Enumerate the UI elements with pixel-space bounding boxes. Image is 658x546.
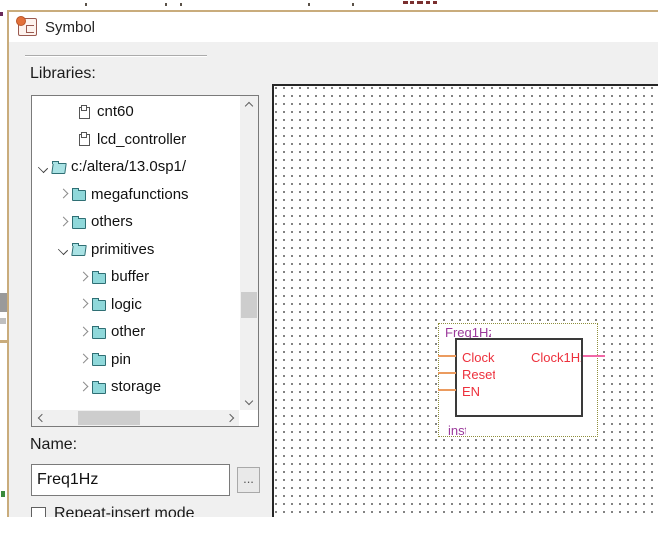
- chevron-icon[interactable]: [37, 160, 51, 174]
- screenshot-root: Symbol Libraries: cnt60 lcd_controller c…: [0, 0, 658, 546]
- tree-item-label: other: [111, 323, 146, 341]
- chevron-icon[interactable]: [77, 325, 91, 339]
- scroll-down-icon[interactable]: [240, 394, 258, 410]
- dialog-title: Symbol: [45, 18, 96, 36]
- tree-horizontal-scrollbar[interactable]: [32, 410, 239, 426]
- tree-item-label: pin: [111, 350, 132, 368]
- vertical-scroll-thumb[interactable]: [241, 292, 257, 318]
- background-artifact: [352, 3, 354, 6]
- dialog-body: Libraries: cnt60 lcd_controller c:/alter…: [9, 42, 658, 517]
- background-artifact: [165, 3, 167, 6]
- tree-item-label: megafunctions: [91, 185, 189, 203]
- tree-row-cnt60[interactable]: cnt60: [33, 98, 238, 126]
- chevron-icon[interactable]: [57, 215, 71, 229]
- output-port-stub: [583, 355, 605, 357]
- dialog-titlebar[interactable]: Symbol: [9, 12, 658, 42]
- libraries-label: Libraries:: [30, 65, 96, 82]
- scroll-left-icon[interactable]: [32, 410, 48, 426]
- background-artifact: [417, 1, 423, 4]
- symbol-preview-pane: Freq1Hz Clock Reset EN Clock1Hz inst: [272, 84, 658, 517]
- symbol-dialog: Symbol Libraries: cnt60 lcd_controller c…: [9, 12, 658, 517]
- repeat-insert-checkbox[interactable]: [31, 507, 46, 517]
- scroll-up-icon[interactable]: [240, 96, 258, 112]
- input-port-stub: [438, 372, 456, 374]
- repeat-insert-label: Repeat-insert mode: [54, 505, 195, 517]
- background-artifact: [85, 3, 87, 6]
- background-artifact: [308, 3, 310, 6]
- folder-open-icon: [71, 242, 88, 256]
- background-artifact: [1, 491, 5, 497]
- tree-row-lcd-controller[interactable]: lcd_controller: [33, 126, 238, 154]
- background-artifact: [403, 1, 408, 4]
- symbol-instance-label: inst: [448, 423, 466, 437]
- tree-item-label: logic: [111, 295, 142, 313]
- background-artifact: [180, 3, 182, 6]
- tree-row-other[interactable]: other: [33, 318, 238, 346]
- folder-closed-icon: [91, 380, 108, 394]
- chevron-icon[interactable]: [57, 187, 71, 201]
- input-port-stub: [438, 389, 456, 391]
- symbol-file-icon: [77, 104, 94, 119]
- scroll-right-icon[interactable]: [223, 410, 239, 426]
- tree-item-label: lcd_controller: [97, 130, 187, 148]
- tree-item-label: storage: [111, 378, 162, 396]
- tree-row-megafunctions[interactable]: megafunctions: [33, 181, 238, 209]
- repeat-insert-row[interactable]: Repeat-insert mode: [31, 505, 195, 517]
- symbol-file-icon: [77, 132, 94, 147]
- tree-item-label: cnt60: [97, 103, 134, 121]
- tree-item-label: buffer: [111, 268, 150, 286]
- separator-line: [25, 55, 207, 56]
- input-port-label: Clock: [462, 350, 495, 365]
- horizontal-scroll-thumb[interactable]: [78, 411, 140, 425]
- input-port-label: Reset: [462, 367, 495, 382]
- background-artifact: [433, 1, 437, 4]
- tree-vertical-scrollbar[interactable]: [240, 96, 258, 410]
- chevron-icon[interactable]: [77, 270, 91, 284]
- background-artifact: [426, 1, 430, 4]
- input-port-stub: [438, 355, 456, 357]
- folder-closed-icon: [91, 270, 108, 284]
- folder-closed-icon: [71, 215, 88, 229]
- input-port-label: EN: [462, 384, 481, 399]
- background-artifact: [0, 12, 3, 16]
- folder-closed-icon: [71, 187, 88, 202]
- tree-item-label: primitives: [91, 240, 155, 258]
- folder-closed-icon: [91, 297, 108, 312]
- libraries-tree: cnt60 lcd_controller c:/altera/13.0sp1/ …: [33, 98, 238, 409]
- symbol-dialog-icon: [16, 16, 37, 36]
- tree-row-c-altera-13-0sp1-[interactable]: c:/altera/13.0sp1/: [33, 153, 238, 181]
- folder-closed-icon: [91, 325, 108, 339]
- chevron-icon[interactable]: [77, 352, 91, 366]
- chevron-icon[interactable]: [57, 242, 71, 256]
- tree-item-label: others: [91, 213, 133, 231]
- tree-row-buffer[interactable]: buffer: [33, 263, 238, 291]
- background-artifact: [0, 340, 7, 343]
- folder-open-icon: [51, 160, 68, 174]
- background-artifact: [0, 293, 7, 312]
- tree-row-pin[interactable]: pin: [33, 346, 238, 374]
- background-artifact: [0, 318, 6, 324]
- name-label: Name:: [30, 436, 78, 453]
- tree-row-storage[interactable]: storage: [33, 373, 238, 401]
- name-input[interactable]: [31, 464, 230, 496]
- chevron-icon[interactable]: [77, 380, 91, 394]
- background-artifact: [410, 1, 414, 4]
- tree-item-label: c:/altera/13.0sp1/: [71, 158, 187, 176]
- tree-row-logic[interactable]: logic: [33, 291, 238, 319]
- browse-button[interactable]: ...: [237, 467, 260, 493]
- chevron-icon[interactable]: [77, 297, 91, 311]
- folder-closed-icon: [91, 352, 108, 367]
- tree-row-others[interactable]: others: [33, 208, 238, 236]
- libraries-treebox: cnt60 lcd_controller c:/altera/13.0sp1/ …: [31, 95, 259, 427]
- output-port-label: Clock1Hz: [531, 350, 581, 365]
- tree-row-primitives[interactable]: primitives: [33, 236, 238, 264]
